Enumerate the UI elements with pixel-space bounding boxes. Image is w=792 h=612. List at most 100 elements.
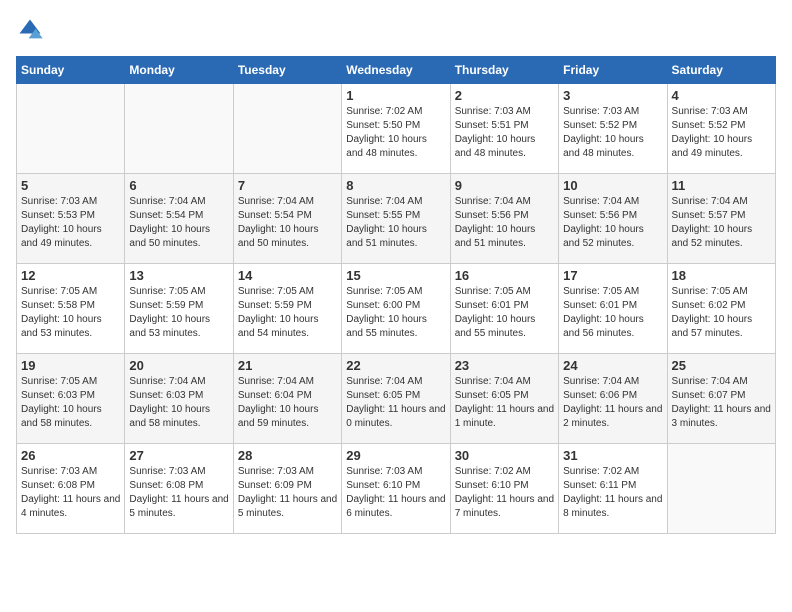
day-number: 30 xyxy=(455,448,554,463)
day-number: 7 xyxy=(238,178,337,193)
day-info: Sunrise: 7:04 AM Sunset: 5:54 PM Dayligh… xyxy=(129,195,228,251)
day-info: Sunrise: 7:03 AM Sunset: 5:53 PM Dayligh… xyxy=(21,195,120,251)
calendar-cell: 5 Sunrise: 7:03 AM Sunset: 5:53 PM Daylig… xyxy=(17,174,125,264)
day-info: Sunrise: 7:02 AM Sunset: 6:10 PM Dayligh… xyxy=(455,465,554,521)
calendar-cell: 11 Sunrise: 7:04 AM Sunset: 5:57 PM Dayli… xyxy=(667,174,775,264)
day-info: Sunrise: 7:04 AM Sunset: 6:07 PM Dayligh… xyxy=(672,375,771,431)
calendar-cell: 13 Sunrise: 7:05 AM Sunset: 5:59 PM Dayli… xyxy=(125,264,233,354)
day-number: 26 xyxy=(21,448,120,463)
day-info: Sunrise: 7:04 AM Sunset: 5:57 PM Dayligh… xyxy=(672,195,771,251)
day-number: 29 xyxy=(346,448,445,463)
day-number: 9 xyxy=(455,178,554,193)
day-number: 8 xyxy=(346,178,445,193)
calendar-cell: 27Sunrise: 7:03 AM Sunset: 6:08 PM Dayli… xyxy=(125,444,233,534)
day-number: 14 xyxy=(238,268,337,283)
day-info: Sunrise: 7:03 AM Sunset: 5:52 PM Dayligh… xyxy=(563,105,662,161)
calendar-cell: 14Sunrise: 7:05 AM Sunset: 5:59 PM Dayli… xyxy=(233,264,341,354)
day-number: 10 xyxy=(563,178,662,193)
day-info: Sunrise: 7:04 AM Sunset: 6:06 PM Dayligh… xyxy=(563,375,662,431)
day-number: 23 xyxy=(455,358,554,373)
calendar-cell: 15 Sunrise: 7:05 AM Sunset: 6:00 PM Dayli… xyxy=(342,264,450,354)
col-header-tuesday: Tuesday xyxy=(233,57,341,84)
day-info: Sunrise: 7:05 AM Sunset: 5:58 PM Dayligh… xyxy=(21,285,120,341)
day-info: Sunrise: 7:04 AM Sunset: 5:56 PM Dayligh… xyxy=(563,195,662,251)
day-number: 1 xyxy=(346,88,445,103)
calendar-cell: 4 Sunrise: 7:03 AM Sunset: 5:52 PM Daylig… xyxy=(667,84,775,174)
day-number: 18 xyxy=(672,268,771,283)
calendar-cell: 30 Sunrise: 7:02 AM Sunset: 6:10 PM Dayli… xyxy=(450,444,558,534)
day-number: 20 xyxy=(129,358,228,373)
day-number: 27 xyxy=(129,448,228,463)
day-number: 28 xyxy=(238,448,337,463)
calendar-cell: 28 Sunrise: 7:03 AM Sunset: 6:09 PM Dayli… xyxy=(233,444,341,534)
day-info: Sunrise: 7:03 AM Sunset: 5:51 PM Dayligh… xyxy=(455,105,554,161)
day-info: Sunrise: 7:05 AM Sunset: 6:00 PM Dayligh… xyxy=(346,285,445,341)
calendar-cell: 12 Sunrise: 7:05 AM Sunset: 5:58 PM Dayli… xyxy=(17,264,125,354)
day-number: 5 xyxy=(21,178,120,193)
calendar-cell: 24 Sunrise: 7:04 AM Sunset: 6:06 PM Dayli… xyxy=(559,354,667,444)
day-info: Sunrise: 7:03 AM Sunset: 6:10 PM Dayligh… xyxy=(346,465,445,521)
day-info: Sunrise: 7:04 AM Sunset: 6:04 PM Dayligh… xyxy=(238,375,337,431)
calendar-cell: 29 Sunrise: 7:03 AM Sunset: 6:10 PM Dayli… xyxy=(342,444,450,534)
col-header-friday: Friday xyxy=(559,57,667,84)
day-info: Sunrise: 7:05 AM Sunset: 6:01 PM Dayligh… xyxy=(563,285,662,341)
calendar-cell: 19Sunrise: 7:05 AM Sunset: 6:03 PM Dayli… xyxy=(17,354,125,444)
day-info: Sunrise: 7:05 AM Sunset: 6:02 PM Dayligh… xyxy=(672,285,771,341)
calendar-cell: 7 Sunrise: 7:04 AM Sunset: 5:54 PM Daylig… xyxy=(233,174,341,264)
day-number: 24 xyxy=(563,358,662,373)
calendar-cell: 10 Sunrise: 7:04 AM Sunset: 5:56 PM Dayli… xyxy=(559,174,667,264)
day-info: Sunrise: 7:04 AM Sunset: 6:05 PM Dayligh… xyxy=(455,375,554,431)
calendar-cell: 20 Sunrise: 7:04 AM Sunset: 6:03 PM Dayli… xyxy=(125,354,233,444)
calendar-cell xyxy=(17,84,125,174)
calendar-table: SundayMondayTuesdayWednesdayThursdayFrid… xyxy=(16,56,776,534)
calendar-cell: 18 Sunrise: 7:05 AM Sunset: 6:02 PM Dayli… xyxy=(667,264,775,354)
week-row-5: 26 Sunrise: 7:03 AM Sunset: 6:08 PM Dayli… xyxy=(17,444,776,534)
day-number: 17 xyxy=(563,268,662,283)
day-number: 4 xyxy=(672,88,771,103)
day-info: Sunrise: 7:04 AM Sunset: 5:56 PM Dayligh… xyxy=(455,195,554,251)
day-info: Sunrise: 7:05 AM Sunset: 6:03 PM Dayligh… xyxy=(21,375,120,431)
col-header-sunday: Sunday xyxy=(17,57,125,84)
calendar-cell: 8 Sunrise: 7:04 AM Sunset: 5:55 PM Daylig… xyxy=(342,174,450,264)
page-header xyxy=(16,16,776,44)
day-number: 6 xyxy=(129,178,228,193)
day-info: Sunrise: 7:05 AM Sunset: 6:01 PM Dayligh… xyxy=(455,285,554,341)
day-info: Sunrise: 7:02 AM Sunset: 6:11 PM Dayligh… xyxy=(563,465,662,521)
day-number: 12 xyxy=(21,268,120,283)
day-number: 11 xyxy=(672,178,771,193)
day-number: 15 xyxy=(346,268,445,283)
calendar-cell: 16 Sunrise: 7:05 AM Sunset: 6:01 PM Dayli… xyxy=(450,264,558,354)
day-number: 31 xyxy=(563,448,662,463)
day-number: 21 xyxy=(238,358,337,373)
day-info: Sunrise: 7:04 AM Sunset: 5:54 PM Dayligh… xyxy=(238,195,337,251)
calendar-cell: 21 Sunrise: 7:04 AM Sunset: 6:04 PM Dayli… xyxy=(233,354,341,444)
week-row-4: 19Sunrise: 7:05 AM Sunset: 6:03 PM Dayli… xyxy=(17,354,776,444)
week-row-2: 5 Sunrise: 7:03 AM Sunset: 5:53 PM Daylig… xyxy=(17,174,776,264)
col-header-wednesday: Wednesday xyxy=(342,57,450,84)
calendar-cell xyxy=(125,84,233,174)
day-info: Sunrise: 7:03 AM Sunset: 6:09 PM Dayligh… xyxy=(238,465,337,521)
calendar-cell: 23 Sunrise: 7:04 AM Sunset: 6:05 PM Dayli… xyxy=(450,354,558,444)
day-info: Sunrise: 7:03 AM Sunset: 6:08 PM Dayligh… xyxy=(21,465,120,521)
col-header-saturday: Saturday xyxy=(667,57,775,84)
calendar-cell: 25 Sunrise: 7:04 AM Sunset: 6:07 PM Dayli… xyxy=(667,354,775,444)
week-row-3: 12 Sunrise: 7:05 AM Sunset: 5:58 PM Dayli… xyxy=(17,264,776,354)
day-number: 16 xyxy=(455,268,554,283)
logo xyxy=(16,16,48,44)
day-info: Sunrise: 7:02 AM Sunset: 5:50 PM Dayligh… xyxy=(346,105,445,161)
day-number: 13 xyxy=(129,268,228,283)
day-number: 3 xyxy=(563,88,662,103)
day-info: Sunrise: 7:05 AM Sunset: 5:59 PM Dayligh… xyxy=(129,285,228,341)
logo-icon xyxy=(16,16,44,44)
col-header-thursday: Thursday xyxy=(450,57,558,84)
day-number: 22 xyxy=(346,358,445,373)
day-info: Sunrise: 7:04 AM Sunset: 6:03 PM Dayligh… xyxy=(129,375,228,431)
calendar-cell: 9 Sunrise: 7:04 AM Sunset: 5:56 PM Daylig… xyxy=(450,174,558,264)
calendar-cell: 22Sunrise: 7:04 AM Sunset: 6:05 PM Dayli… xyxy=(342,354,450,444)
day-info: Sunrise: 7:03 AM Sunset: 5:52 PM Dayligh… xyxy=(672,105,771,161)
calendar-cell: 6 Sunrise: 7:04 AM Sunset: 5:54 PM Daylig… xyxy=(125,174,233,264)
calendar-cell: 31 Sunrise: 7:02 AM Sunset: 6:11 PM Dayli… xyxy=(559,444,667,534)
calendar-cell: 2Sunrise: 7:03 AM Sunset: 5:51 PM Daylig… xyxy=(450,84,558,174)
day-number: 25 xyxy=(672,358,771,373)
day-info: Sunrise: 7:04 AM Sunset: 5:55 PM Dayligh… xyxy=(346,195,445,251)
